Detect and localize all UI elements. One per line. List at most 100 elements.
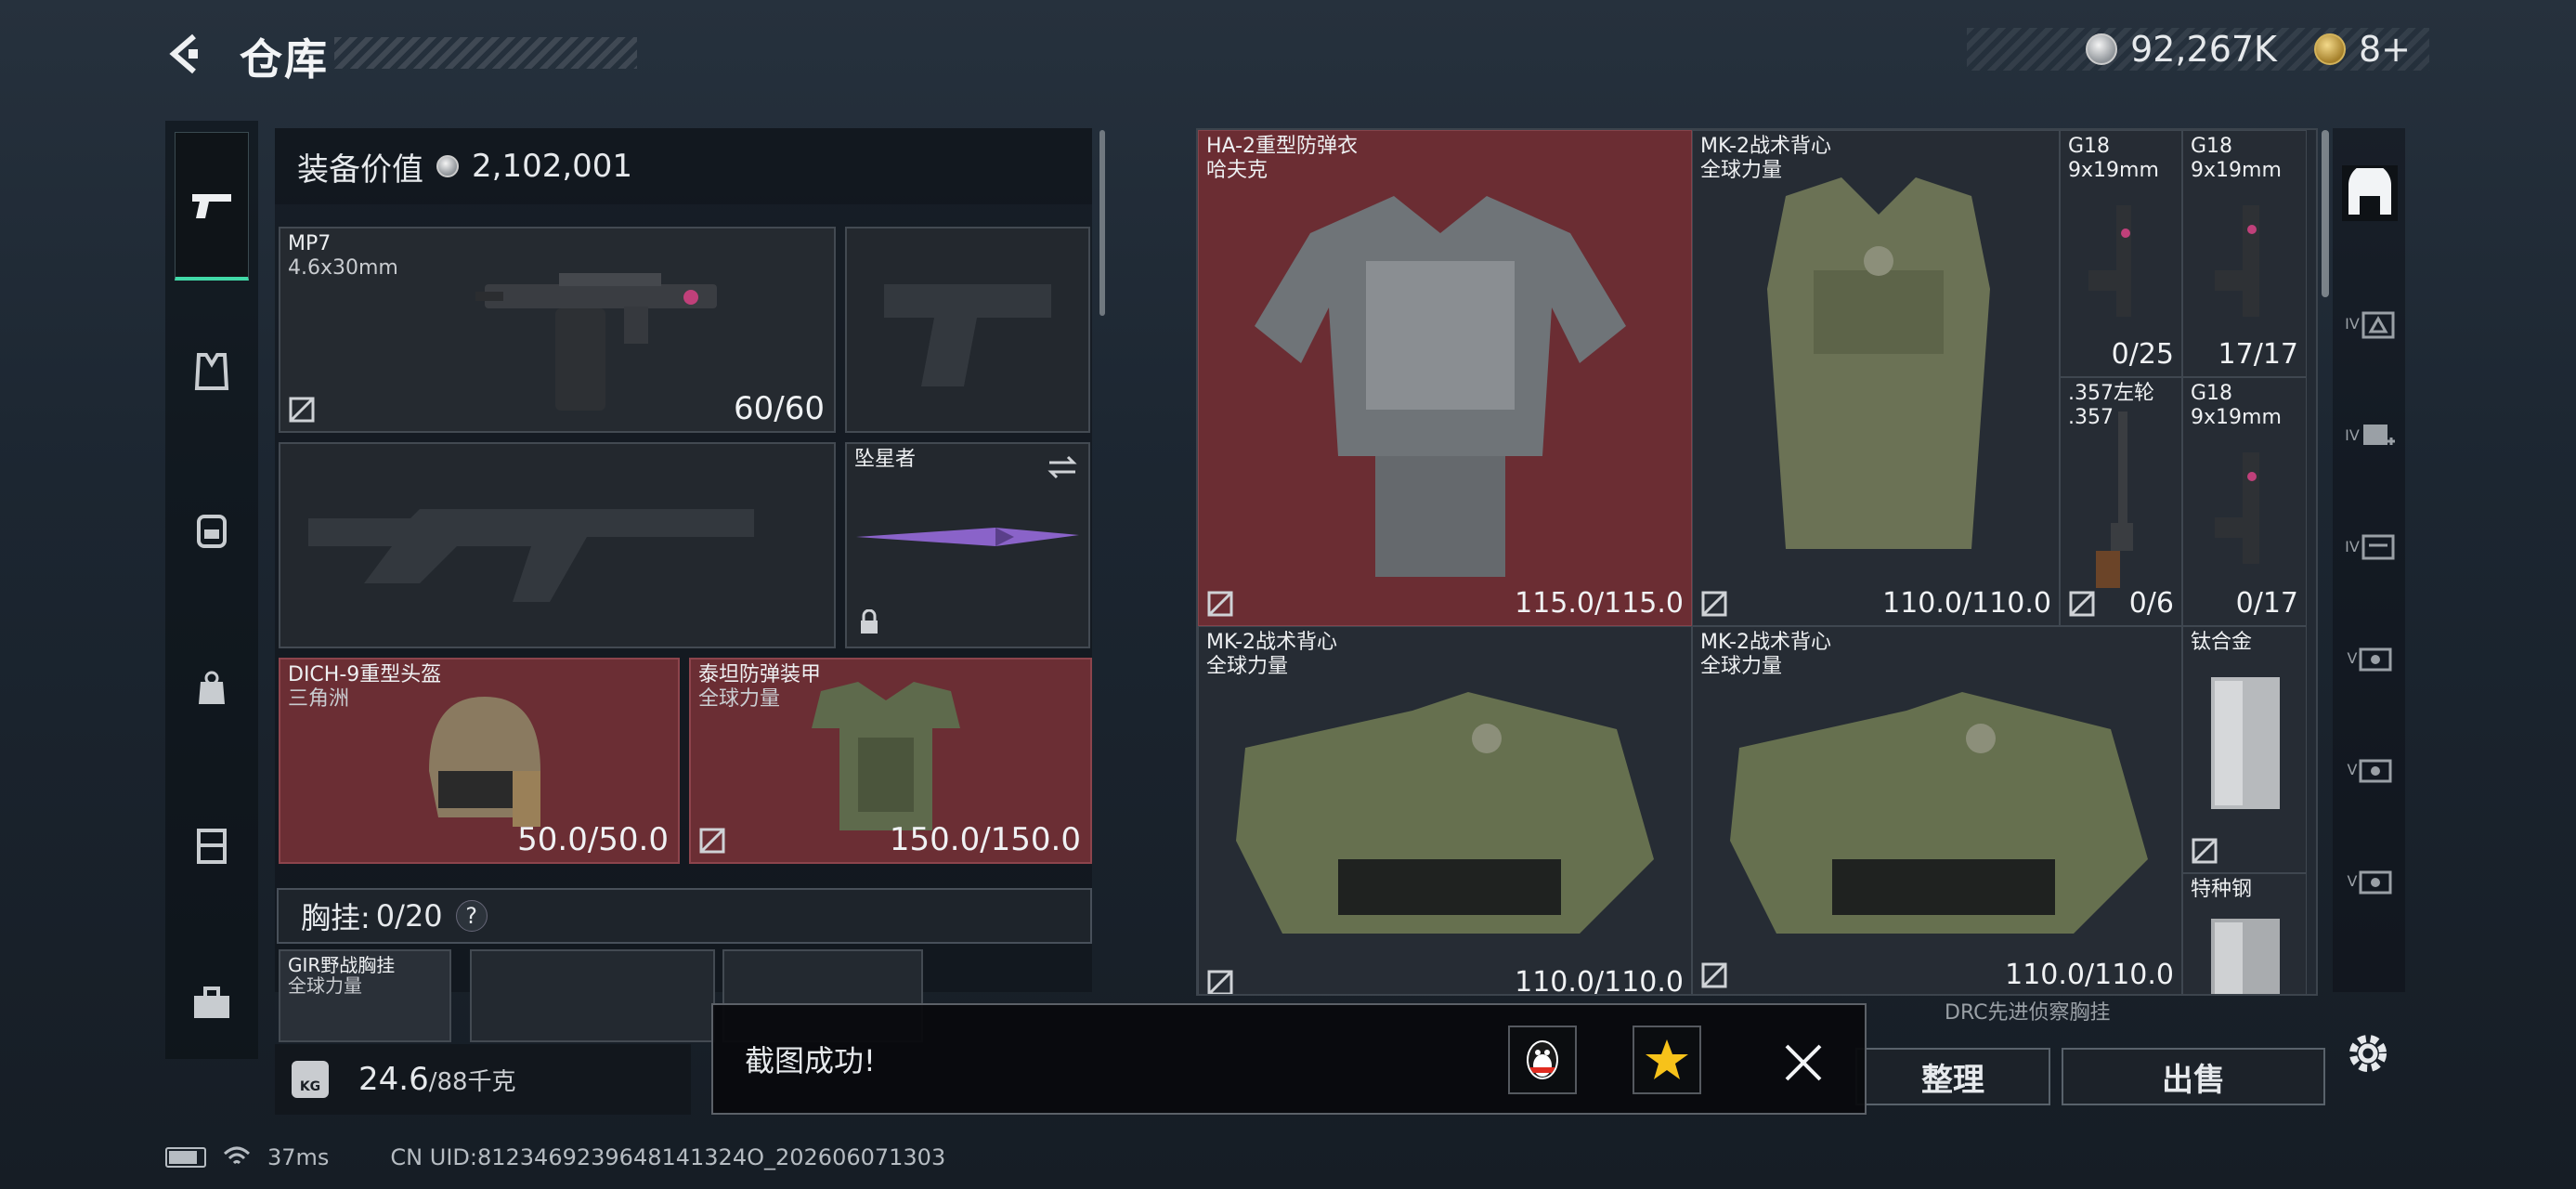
title-decoration <box>334 37 637 69</box>
weapon-name: MP7 <box>288 232 332 255</box>
tab-tier-label: IV <box>2345 425 2360 444</box>
swap-icon[interactable] <box>1046 453 1079 481</box>
top-bar: 仓库 92,267K 8+ <box>0 0 2576 111</box>
nav-weapons[interactable] <box>175 132 249 281</box>
item-name: G18 <box>2191 135 2233 158</box>
wifi-icon <box>223 1146 251 1165</box>
back-arrow-icon[interactable] <box>160 28 212 80</box>
settings-gear-icon[interactable] <box>2342 1027 2394 1079</box>
metal-plate-image <box>2211 919 2280 994</box>
help-icon[interactable]: ? <box>455 900 488 932</box>
stash-tab-2[interactable]: IV <box>2342 407 2398 463</box>
chest-rig-slot[interactable] <box>470 949 715 1042</box>
stash-tab-1[interactable]: IV <box>2342 295 2398 351</box>
stash-tab-3[interactable]: IV <box>2342 518 2398 574</box>
primary-weapon-slot[interactable]: MP7 4.6x30mm 60/60 <box>279 227 836 433</box>
tab-tier-label: IV <box>2345 537 2360 555</box>
gold-coin-icon <box>2313 33 2346 65</box>
stash-item[interactable]: 特种钢 <box>2182 873 2307 994</box>
nav-bag[interactable] <box>175 650 249 725</box>
armor-slot[interactable]: 泰坦防弹装甲 全球力量 150.0/150.0 <box>689 658 1092 864</box>
status-bar: 37ms CN UID:8123469239648141324O_2026060… <box>165 1139 945 1176</box>
chest-rig-name: GIR野战胸挂 <box>288 954 396 976</box>
stash-item[interactable]: G18 9x19mm 17/17 <box>2182 130 2307 377</box>
lock-icon <box>861 609 878 634</box>
stash-tab-main[interactable] <box>2342 165 2398 221</box>
pistol-placeholder-icon <box>884 284 1051 386</box>
left-scrollbar[interactable] <box>1099 130 1105 316</box>
qq-share-button[interactable] <box>1508 1026 1577 1094</box>
sell-button[interactable]: 出售 <box>2062 1048 2325 1105</box>
item-name: HA-2重型防弹衣 <box>1206 135 1359 158</box>
silver-amount: 92,267K <box>2130 29 2277 70</box>
item-name: MK-2战术背心 <box>1700 631 1832 654</box>
weight-current: 24.6 <box>358 1061 429 1098</box>
stash-item[interactable]: G18 9x19mm 0/17 <box>2182 377 2307 626</box>
qzone-share-button[interactable] <box>1633 1026 1701 1094</box>
weapon-durability: 60/60 <box>734 390 825 427</box>
secondary-weapon-slot[interactable] <box>279 442 836 648</box>
warehouse-icon <box>2348 168 2391 215</box>
pistol-image <box>2215 205 2259 317</box>
no-insure-icon <box>1701 962 1727 988</box>
briefcase-icon <box>194 986 229 1018</box>
melee-name: 坠星者 <box>854 448 917 471</box>
smg-image <box>475 273 717 411</box>
gold-amount[interactable]: 8+ <box>2359 29 2411 70</box>
helmet-slot[interactable]: DICH-9重型头盔 三角洲 50.0/50.0 <box>279 658 680 864</box>
stash-tab-5[interactable]: V <box>2342 741 2398 797</box>
qq-penguin-icon <box>1527 1040 1558 1079</box>
nav-backpack[interactable] <box>175 492 249 567</box>
vest-image <box>1767 177 1990 549</box>
weight-indicator: KG 24.6/88千克 <box>275 1044 691 1115</box>
vest-image <box>1236 692 1654 934</box>
nav-armor[interactable] <box>175 334 249 409</box>
no-insure-icon <box>1701 591 1727 617</box>
stash-scrollbar[interactable] <box>2322 130 2329 297</box>
stash-item[interactable]: G18 9x19mm 0/25 <box>2060 130 2182 377</box>
stash-item[interactable]: MK-2战术背心 全球力量 110.0/110.0 <box>1198 626 1692 994</box>
weapon-ammo: 4.6x30mm <box>288 256 398 280</box>
stash-item[interactable]: MK-2战术背心 全球力量 110.0/110.0 <box>1692 130 2060 626</box>
stash-item[interactable]: .357左轮 .357 0/6 <box>2060 377 2182 626</box>
sort-button[interactable]: 整理 <box>1855 1048 2050 1105</box>
case-icon <box>2359 647 2392 672</box>
melee-slot[interactable]: 坠星者 <box>845 442 1090 648</box>
nav-container[interactable] <box>175 808 249 882</box>
stash-item[interactable]: 钛合金 <box>2182 626 2307 873</box>
screenshot-toast: 截图成功! <box>711 1003 1867 1115</box>
item-durability: 0/25 <box>2111 338 2174 371</box>
stash-grid: HA-2重型防弹衣 哈夫克 115.0/115.0 MK-2战术背心 全球力量 11… <box>1196 128 2318 996</box>
tab-tier-label: V <box>2347 871 2358 890</box>
item-name: MK-2战术背心 <box>1700 135 1832 158</box>
armor-durability: 150.0/150.0 <box>889 821 1081 858</box>
chest-rig-item[interactable]: GIR野战胸挂 全球力量 <box>279 949 451 1042</box>
item-name: 钛合金 <box>2191 631 2253 654</box>
stash-item[interactable]: HA-2重型防弹衣 哈夫克 115.0/115.0 <box>1198 130 1692 626</box>
sidearm-slot[interactable] <box>845 227 1090 433</box>
item-durability: 115.0/115.0 <box>1515 587 1684 620</box>
item-origin: 9x19mm <box>2191 406 2282 429</box>
nav-case[interactable] <box>175 966 249 1040</box>
stash-item-peek-label: DRC先进侦察胸挂 <box>1945 1001 2111 1025</box>
chest-rig-header: 胸挂: 0/20 ? <box>277 888 1092 944</box>
equipment-value-amount: 2,102,001 <box>472 148 633 185</box>
container-icon <box>197 829 227 864</box>
item-name: G18 <box>2191 382 2233 405</box>
item-durability: 0/17 <box>2235 587 2298 620</box>
stash-tabs: IV IV IV V V V <box>2333 128 2405 992</box>
stash-tab-6[interactable]: V <box>2342 853 2398 908</box>
stash-item[interactable]: MK-2战术背心 全球力量 110.0/110.0 <box>1692 626 2182 994</box>
knife-image <box>856 528 1079 546</box>
vest-image <box>1730 692 2148 934</box>
stash-tab-4[interactable]: V <box>2342 630 2398 686</box>
metal-plate-image <box>2211 677 2280 809</box>
heavy-armor-image <box>1255 196 1626 577</box>
equipment-value: 装备价值 2,102,001 <box>275 128 1092 204</box>
no-insure-icon <box>699 828 725 854</box>
rifle-placeholder-icon <box>308 509 754 602</box>
close-icon[interactable] <box>1783 1042 1824 1083</box>
pistol-image <box>2088 205 2131 317</box>
item-origin: 9x19mm <box>2191 159 2282 182</box>
item-durability: 110.0/110.0 <box>2005 959 2174 991</box>
